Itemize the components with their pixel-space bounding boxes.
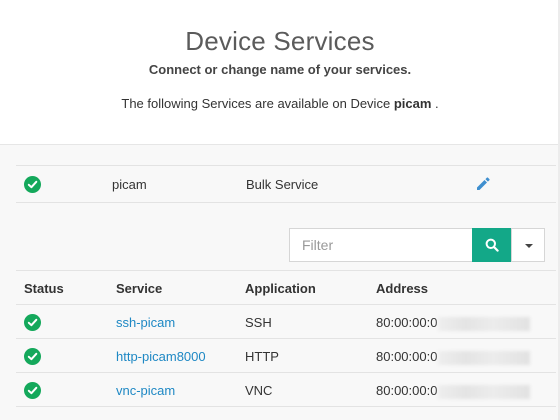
services-table: Status Service Application Address ssh-p…	[16, 270, 556, 407]
content-area: picam Bulk Service Status Service Applic…	[16, 165, 560, 420]
header-service[interactable]: Service	[116, 281, 162, 296]
page-title: Device Services	[185, 26, 375, 56]
service-link[interactable]: http-picam8000	[116, 349, 206, 364]
device-row: picam Bulk Service	[16, 165, 556, 203]
address-text: 80:00:00:0	[376, 383, 438, 398]
status-check-icon	[24, 176, 41, 193]
header-application[interactable]: Application	[245, 281, 316, 296]
address-text: 80:00:00:0	[376, 349, 438, 364]
table-row: vnc-picam VNC 80:00:00:0	[16, 373, 556, 407]
device-name-cell: picam	[112, 177, 147, 192]
service-link[interactable]: ssh-picam	[116, 315, 175, 330]
table-header: Status Service Application Address	[16, 270, 556, 305]
filter-dropdown-button[interactable]	[511, 228, 545, 262]
pencil-icon[interactable]	[474, 175, 492, 193]
search-icon	[485, 238, 499, 252]
application-cell: HTTP	[245, 349, 279, 364]
page-subtitle: Connect or change name of your services.	[148, 62, 412, 77]
device-service-type: Bulk Service	[246, 177, 319, 192]
address-redacted	[438, 350, 531, 365]
status-check-icon	[24, 348, 41, 365]
address-cell: 80:00:00:0	[376, 349, 531, 365]
header-status[interactable]: Status	[24, 281, 64, 296]
search-button[interactable]	[472, 228, 511, 262]
table-row: http-picam8000 HTTP 80:00:00:0	[16, 339, 556, 373]
application-cell: SSH	[245, 315, 272, 330]
table-row: ssh-picam SSH 80:00:00:0	[16, 305, 556, 339]
address-text: 80:00:00:0	[376, 315, 438, 330]
status-check-icon	[24, 382, 41, 399]
address-redacted	[438, 384, 531, 399]
header-address[interactable]: Address	[376, 281, 428, 296]
address-cell: 80:00:00:0	[376, 315, 531, 331]
service-link[interactable]: vnc-picam	[116, 383, 175, 398]
status-check-icon	[24, 314, 41, 331]
page-description: The following Services are available on …	[0, 96, 560, 111]
description-suffix: .	[431, 96, 439, 111]
address-cell: 80:00:00:0	[376, 383, 531, 399]
address-redacted	[438, 316, 531, 331]
device-name: picam	[393, 96, 432, 111]
caret-down-icon	[525, 244, 533, 248]
filter-group	[289, 228, 545, 262]
filter-input[interactable]	[289, 228, 473, 262]
description-prefix: The following Services are available on …	[121, 96, 391, 111]
application-cell: VNC	[245, 383, 273, 398]
header-card: Device Services Connect or change name o…	[0, 0, 560, 145]
